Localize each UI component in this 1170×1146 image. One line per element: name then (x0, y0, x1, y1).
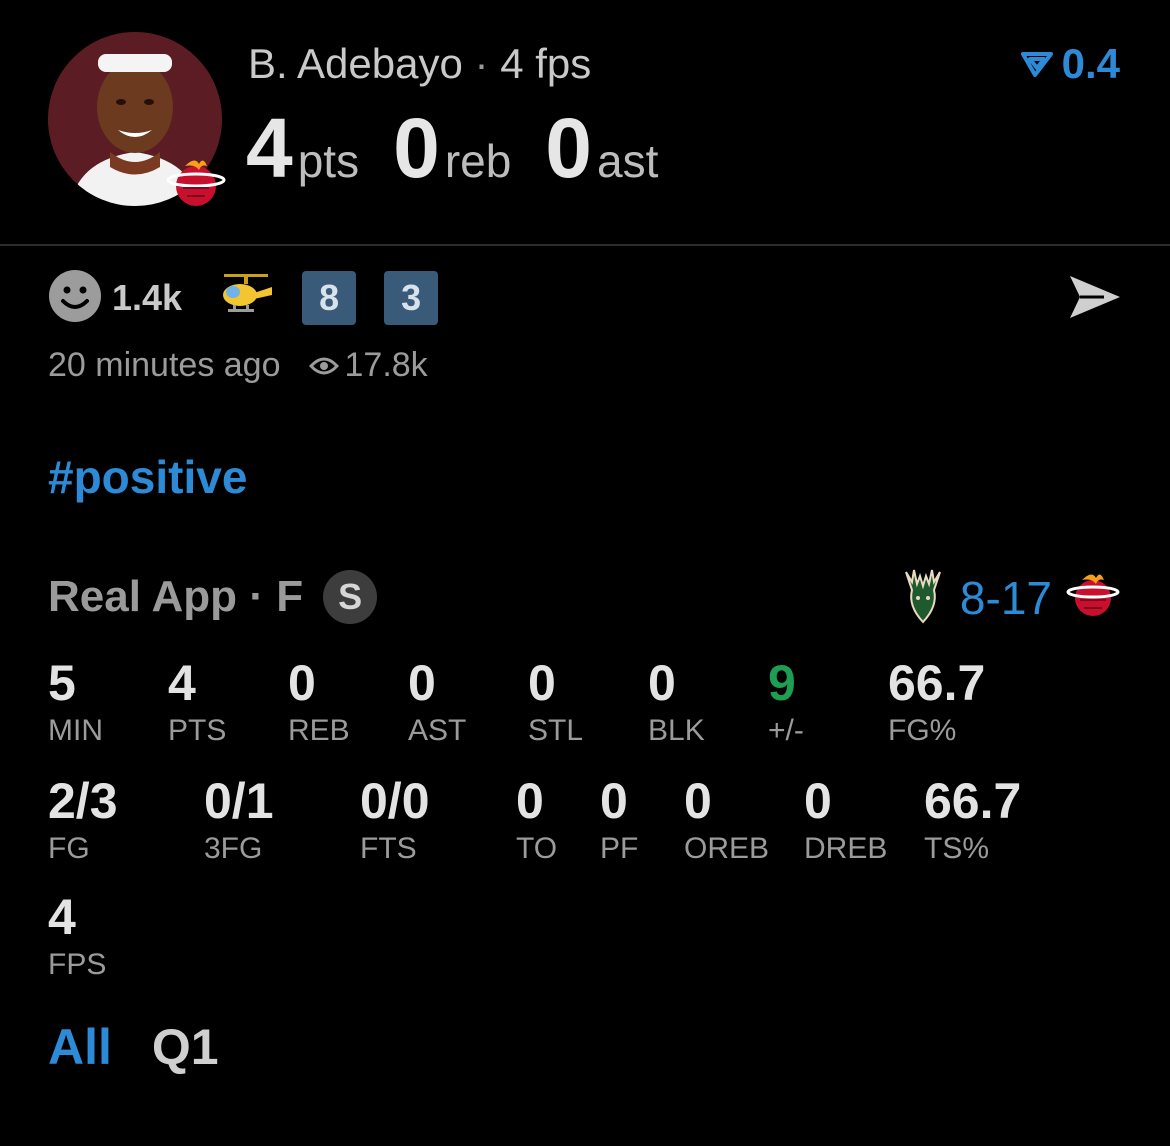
tab-all[interactable]: All (48, 1018, 112, 1076)
stat-value: 4 (48, 889, 76, 945)
vote-score-value: 0.4 (1061, 40, 1120, 87)
stat-stl: 0 STL (528, 658, 583, 748)
stat-value: 0/0 (360, 773, 430, 829)
stat-pf: 0 PF (600, 776, 638, 866)
stat-ast: 0 AST (408, 658, 466, 748)
period-tabs: All Q1 (48, 1018, 219, 1076)
tab-q1[interactable]: Q1 (152, 1018, 219, 1076)
source-name: Real App (48, 572, 238, 621)
stat-min: 5 MIN (48, 658, 103, 748)
stat-label: OREB (684, 832, 770, 865)
stat-value: 4 (168, 655, 196, 711)
stat-label: TS% (924, 832, 990, 865)
stat-value: 0 (804, 773, 832, 829)
stat-label: FG (48, 832, 90, 865)
stat-3fg: 0/1 3FG (204, 776, 274, 866)
pts-value: 4 (246, 101, 293, 195)
game-status: F (276, 572, 304, 621)
helicopter-icon[interactable] (218, 271, 274, 326)
stat-fps: 4 FPS (48, 892, 106, 982)
stat-label: BLK (648, 714, 705, 747)
stat-blk: 0 BLK (648, 658, 705, 748)
ast-value: 0 (545, 101, 592, 195)
stat-oreb: 0 OREB (684, 776, 769, 866)
separator: · (474, 40, 489, 87)
stat-value: 0 (528, 655, 556, 711)
summary-stats: 4 pts 0 reb 0 ast (246, 100, 692, 197)
game-matchup[interactable]: 8-17 (900, 566, 1120, 629)
stat-label: TO (516, 832, 558, 865)
player-name-line: B. Adebayo · 4 fps (248, 40, 591, 88)
stat-label: STL (528, 714, 584, 747)
reb-value: 0 (393, 101, 440, 195)
stat-value: 0/1 (204, 773, 274, 829)
stat-reb: 0 REB (288, 658, 350, 748)
pts-unit: pts (297, 135, 360, 187)
bucks-logo-icon (900, 566, 946, 629)
stat-dreb: 0 DREB (804, 776, 887, 866)
stat-ts-pct: 66.7 TS% (924, 776, 1021, 866)
game-source: Real App · F S (48, 570, 378, 624)
header-divider (0, 244, 1170, 246)
stat-value: 9 (768, 655, 796, 711)
view-count: 17.8k (308, 346, 428, 385)
stat-value: 0 (516, 773, 544, 829)
game-score: 8-17 (959, 571, 1052, 624)
stat-label: +/- (768, 714, 804, 747)
stat-value: 66.7 (924, 773, 1022, 829)
count-badge[interactable]: 3 (384, 271, 439, 325)
separator: · (249, 572, 264, 621)
stat-value: 5 (48, 655, 76, 711)
player-name[interactable]: B. Adebayo (248, 40, 463, 87)
stat-to: 0 TO (516, 776, 557, 866)
stat-plus-minus: 9 +/- (768, 658, 804, 748)
eye-icon (308, 346, 339, 385)
stat-value: 66.7 (888, 655, 986, 711)
stat-label: REB (288, 714, 350, 747)
stat-label: DREB (804, 832, 888, 865)
stat-fts: 0/0 FTS (360, 776, 430, 866)
time-ago: 20 minutes ago (48, 346, 281, 384)
count-badge[interactable]: 8 (302, 271, 357, 325)
stat-value: 2/3 (48, 773, 118, 829)
smiley-icon[interactable] (48, 269, 102, 328)
vote-score[interactable]: 0.4 (1020, 40, 1120, 88)
stat-value: 0 (648, 655, 676, 711)
stat-value: 0 (288, 655, 316, 711)
reaction-count: 1.4k (112, 277, 183, 318)
player-fps: 4 fps (500, 40, 592, 87)
ast-unit: ast (597, 135, 659, 187)
stat-label: FPS (48, 948, 107, 981)
stat-pts: 4 PTS (168, 658, 226, 748)
stat-value: 0 (684, 773, 712, 829)
heat-logo-icon (1066, 568, 1120, 627)
views-value: 17.8k (344, 346, 428, 384)
stat-fg-pct: 66.7 FG% (888, 658, 985, 748)
stat-label: AST (408, 714, 467, 747)
stat-fg: 2/3 FG (48, 776, 118, 866)
stat-label: PF (600, 832, 639, 865)
share-send-button[interactable] (1066, 270, 1124, 324)
hashtag-link[interactable]: #positive (48, 450, 247, 504)
stat-label: FG% (888, 714, 957, 747)
reaction-bar: 1.4k 8 3 (48, 269, 439, 328)
stat-label: MIN (48, 714, 103, 747)
player-header: B. Adebayo · 4 fps 4 pts 0 reb 0 ast 0.4 (0, 0, 1170, 246)
heat-logo-icon (165, 152, 227, 214)
stat-label: PTS (168, 714, 227, 747)
stat-value: 0 (408, 655, 436, 711)
status-badge[interactable]: S (323, 570, 378, 624)
stat-label: FTS (360, 832, 417, 865)
arrow-down-icon (1020, 40, 1054, 88)
stat-value: 0 (600, 773, 628, 829)
stat-label: 3FG (204, 832, 263, 865)
reb-unit: reb (444, 135, 512, 187)
post-meta: 20 minutes ago 17.8k (48, 346, 428, 385)
